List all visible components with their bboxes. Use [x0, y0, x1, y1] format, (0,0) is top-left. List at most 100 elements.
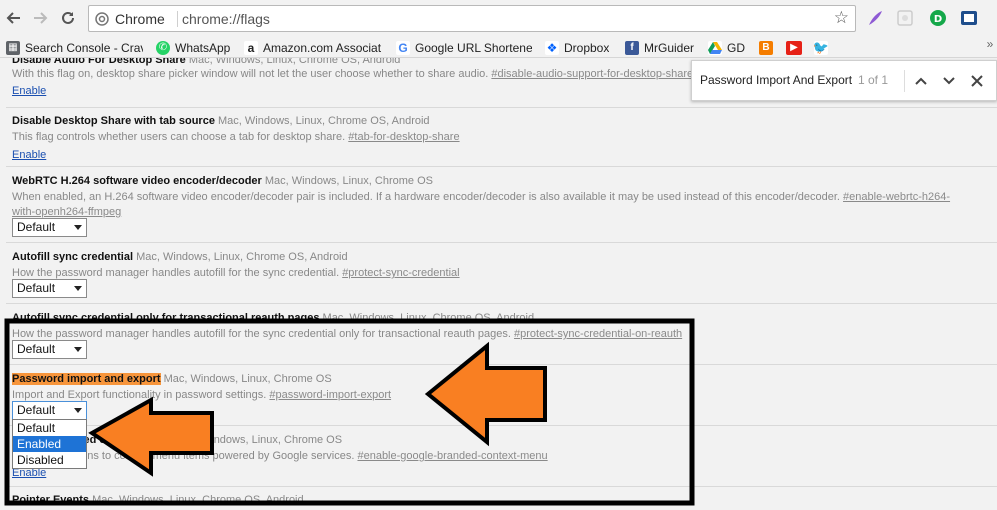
bookmark-label: Google URL Shortene: [415, 40, 532, 55]
dropbox-icon: ❖: [545, 40, 559, 55]
dropdown-option-disabled[interactable]: Disabled: [13, 452, 86, 468]
bookmark-search-console[interactable]: ▦ Search Console - Crav: [6, 39, 143, 56]
bookmark-gd[interactable]: GD: [708, 39, 745, 56]
flag-anchor-link[interactable]: #tab-for-desktop-share: [348, 131, 459, 143]
flags-page: Disable Audio For Desktop Share Mac, Win…: [0, 58, 997, 510]
flag-description: How the password manager handles autofil…: [12, 328, 683, 340]
dropdown-caret-icon: [74, 225, 82, 230]
dropdown-option-default[interactable]: Default: [13, 420, 86, 436]
flag-select[interactable]: Default: [12, 340, 87, 359]
find-match-highlight: Password import and export: [12, 373, 161, 385]
flag-description: Import and Export functionality in passw…: [12, 389, 392, 401]
flag-anchor-link[interactable]: #disable-audio-support-for-desktop-share: [491, 68, 693, 80]
bookmarks-bar: ▦ Search Console - Crav ✆ WhatsApp a Ama…: [0, 37, 997, 58]
forward-arrow-icon: [34, 12, 48, 24]
find-query-input[interactable]: Password Import And Export: [700, 73, 852, 87]
flag-title: Password import and export Mac, Windows,…: [12, 373, 332, 385]
flag-anchor-link[interactable]: #enable-google-branded-context-menu: [357, 450, 547, 462]
flag-select-open[interactable]: Default: [12, 401, 87, 420]
screenshot-extension-icon[interactable]: [960, 9, 978, 27]
twitter-icon: 🐦: [814, 39, 828, 55]
flag-title: Pointer Events Mac, Windows, Linux, Chro…: [12, 494, 304, 506]
flag-title: Disable Desktop Share with tab source Ma…: [12, 115, 430, 127]
address-bar[interactable]: Chrome chrome://flags ☆: [88, 5, 856, 32]
select-dropdown-list: Default Enabled Disabled: [12, 419, 87, 469]
flag-description: Add Google icons to context menu items p…: [12, 450, 548, 462]
facebook-icon: f: [625, 40, 639, 55]
bookmark-amazon[interactable]: a Amazon.com Associat: [244, 39, 381, 56]
find-close-button[interactable]: [968, 72, 986, 90]
svg-text:D: D: [934, 14, 942, 25]
flag-title: Autofill sync credential Mac, Windows, L…: [12, 251, 348, 263]
flag-select[interactable]: Default: [12, 218, 87, 237]
whatsapp-icon: ✆: [156, 40, 170, 55]
grammarly-extension-icon[interactable]: D: [929, 9, 947, 27]
blogger-icon: B: [759, 40, 773, 55]
bookmark-label: WhatsApp: [175, 40, 231, 55]
flag-entry: Autofill sync credential Mac, Windows, L…: [6, 243, 997, 304]
browser-toolbar: Chrome chrome://flags ☆ D: [0, 0, 997, 37]
close-icon: [971, 75, 983, 87]
bookmarks-overflow-chevron-icon[interactable]: »: [983, 37, 997, 57]
google-icon: G: [396, 40, 410, 55]
flag-description: How the password manager handles autofil…: [12, 267, 460, 279]
back-button[interactable]: [4, 8, 24, 28]
bookmark-label: Dropbox: [564, 40, 610, 55]
flag-title: Disable Audio For Desktop Share Mac, Win…: [12, 58, 401, 66]
find-next-button[interactable]: [940, 72, 958, 90]
find-in-page-bar: Password Import And Export 1 of 1: [691, 60, 997, 101]
enable-link[interactable]: Enable: [12, 85, 46, 97]
flag-entry-password-import-export: Password import and export Mac, Windows,…: [6, 365, 997, 426]
flag-entry: Pointer Events Mac, Windows, Linux, Chro…: [6, 487, 997, 510]
bookmark-blogger[interactable]: B: [759, 39, 773, 56]
dropdown-option-enabled[interactable]: Enabled: [13, 436, 86, 452]
reload-icon: [62, 11, 74, 24]
flag-anchor-link[interactable]: #password-import-export: [269, 389, 391, 401]
bookmark-whatsapp[interactable]: ✆ WhatsApp: [156, 39, 230, 56]
site-info-chip[interactable]: Chrome: [95, 10, 165, 28]
omnibox-divider: [177, 11, 178, 27]
flag-anchor-link[interactable]: #protect-sync-credential: [342, 267, 459, 279]
flag-title: WebRTC H.264 software video encoder/deco…: [12, 175, 433, 187]
quill-extension-icon[interactable]: [866, 9, 884, 27]
reload-button[interactable]: [58, 8, 78, 28]
chrome-icon: [95, 12, 109, 26]
amazon-icon: a: [244, 40, 258, 55]
dropdown-caret-icon: [74, 408, 82, 413]
site-chip-label: Chrome: [115, 11, 165, 27]
flag-description: When enabled, an H.264 software video en…: [12, 191, 951, 218]
find-previous-button[interactable]: [912, 72, 930, 90]
flag-entry: Disable Desktop Share with tab source Ma…: [6, 108, 997, 167]
bookmark-google-url-shortener[interactable]: G Google URL Shortene: [396, 39, 532, 56]
back-arrow-icon: [6, 12, 20, 24]
google-drive-icon: [708, 40, 722, 55]
search-console-icon: ▦: [6, 40, 20, 55]
find-divider: [904, 70, 905, 92]
bookmark-mrguider[interactable]: f MrGuider: [625, 39, 694, 56]
bookmark-twitter[interactable]: 🐦: [814, 39, 828, 56]
flag-entry: Google branded context menu Mac, Windows…: [6, 426, 997, 487]
dropdown-caret-icon: [74, 286, 82, 291]
chevron-up-icon: [915, 77, 927, 85]
flag-description: This flag controls whether users can cho…: [12, 131, 460, 143]
bookmark-label: GD: [727, 40, 745, 55]
forward-button[interactable]: [30, 8, 50, 28]
bookmark-label: Amazon.com Associat: [263, 40, 381, 55]
flag-anchor-link[interactable]: #protect-sync-credential-on-reauth: [514, 328, 682, 340]
bookmark-label: MrGuider: [644, 40, 695, 55]
enable-link[interactable]: Enable: [12, 149, 46, 161]
chevron-down-icon: [943, 77, 955, 85]
bookmark-youtube[interactable]: ▶: [786, 39, 802, 56]
bookmark-label: Search Console - Crav: [25, 40, 143, 55]
dropdown-caret-icon: [74, 347, 82, 352]
inactive-extension-icon[interactable]: [896, 9, 914, 27]
flag-entry: WebRTC H.264 software video encoder/deco…: [6, 167, 997, 243]
find-match-count: 1 of 1: [858, 73, 889, 87]
bookmark-dropbox[interactable]: ❖ Dropbox: [545, 39, 609, 56]
flag-select[interactable]: Default: [12, 279, 87, 298]
youtube-icon: ▶: [786, 40, 802, 55]
bookmark-star-icon[interactable]: ☆: [834, 9, 849, 27]
url-text[interactable]: chrome://flags: [182, 10, 270, 28]
flag-entry: Autofill sync credential only for transa…: [6, 304, 997, 365]
flag-title: Autofill sync credential only for transa…: [12, 312, 535, 324]
